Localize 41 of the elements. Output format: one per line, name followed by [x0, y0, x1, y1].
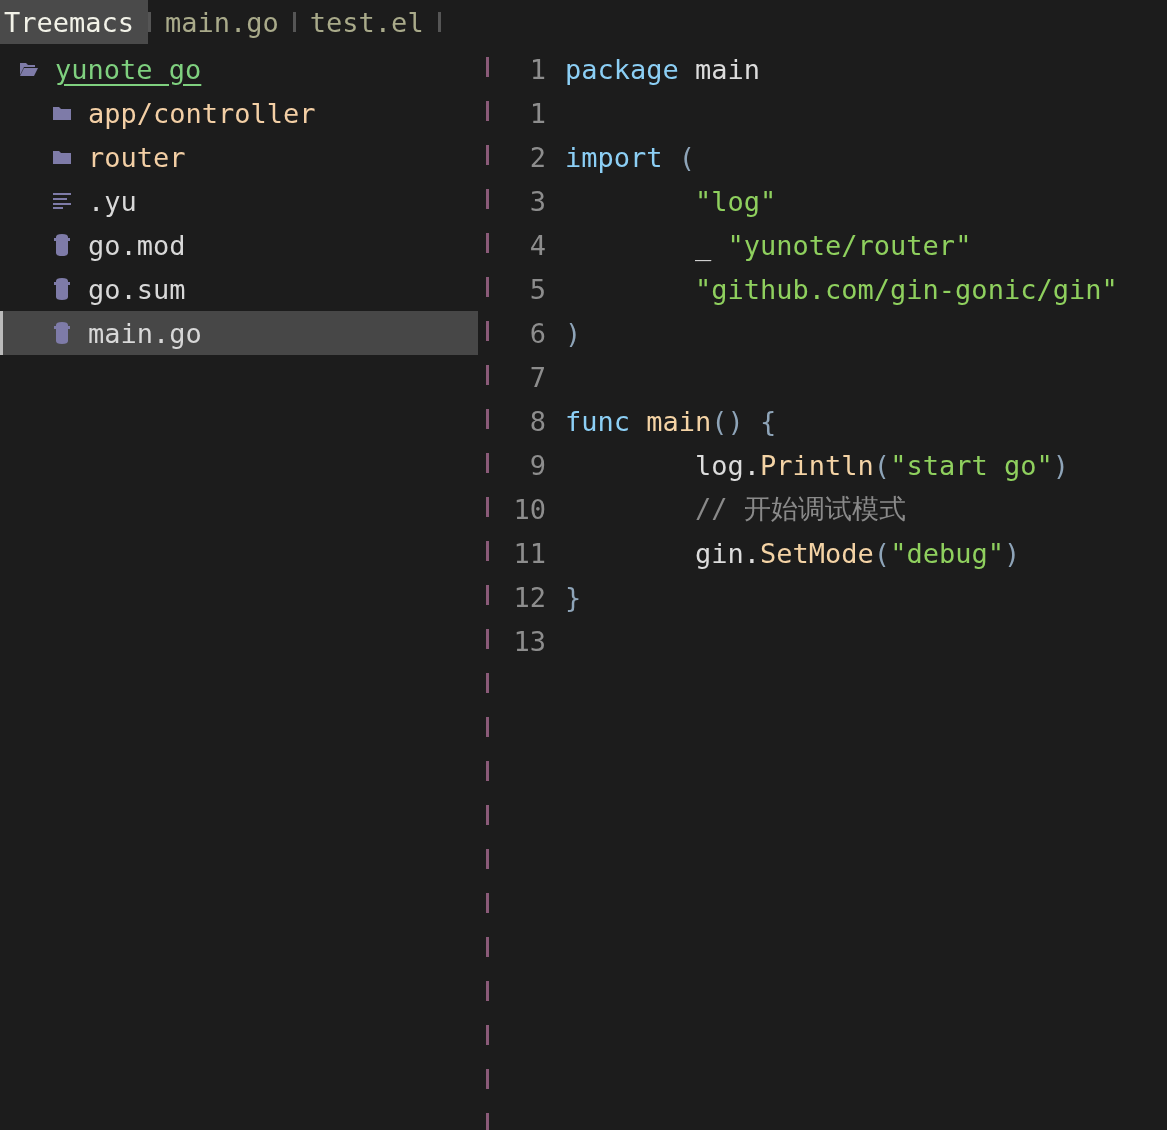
- code-line: _ "yunote/router": [694, 229, 972, 261]
- code-line: ): [565, 317, 582, 349]
- code-line: }: [565, 581, 582, 613]
- folder-icon: [53, 150, 71, 164]
- text-file-icon: [53, 193, 71, 209]
- code-line: "log": [694, 185, 777, 217]
- line-number: 2: [528, 141, 546, 173]
- tree-item[interactable]: go.sum: [0, 267, 478, 311]
- gopher-icon: [53, 234, 71, 256]
- folder-icon: [53, 106, 71, 120]
- line-number: 6: [528, 317, 546, 349]
- tab[interactable]: Treemacs: [0, 0, 149, 44]
- code-line: package main: [565, 53, 761, 85]
- tree-item[interactable]: main.go: [0, 311, 478, 355]
- code-line: func main() {: [565, 405, 777, 437]
- line-number: 5: [528, 273, 546, 305]
- tab[interactable]: main.go: [161, 0, 293, 44]
- code-line: import (: [565, 141, 696, 173]
- tree-item[interactable]: router: [0, 135, 478, 179]
- code-line: gin.SetMode("debug"): [694, 537, 1021, 569]
- line-number: 10: [512, 493, 546, 525]
- line-number: 3: [528, 185, 546, 217]
- line-number: 12: [512, 581, 546, 613]
- gopher-icon: [53, 322, 71, 344]
- project-name[interactable]: yunote_go: [55, 53, 202, 85]
- code-line: // 开始调试模式: [694, 492, 906, 526]
- tab[interactable]: test.el: [305, 0, 438, 44]
- code-line: "github.com/gin-gonic/gin": [694, 273, 1118, 305]
- line-number: 8: [528, 405, 546, 437]
- code-line: log.Println("start go"): [694, 449, 1069, 481]
- line-number: 1: [528, 53, 546, 85]
- line-number: 1: [528, 97, 546, 129]
- line-number: 7: [528, 361, 546, 393]
- line-number: 11: [512, 537, 546, 569]
- tree-item[interactable]: app/controller: [0, 91, 478, 135]
- gopher-icon: [53, 278, 71, 300]
- line-number: 4: [528, 229, 546, 261]
- tree-item[interactable]: .yu: [0, 179, 478, 223]
- line-number: 13: [512, 625, 546, 657]
- tree-item[interactable]: go.mod: [0, 223, 478, 267]
- line-number: 9: [528, 449, 546, 481]
